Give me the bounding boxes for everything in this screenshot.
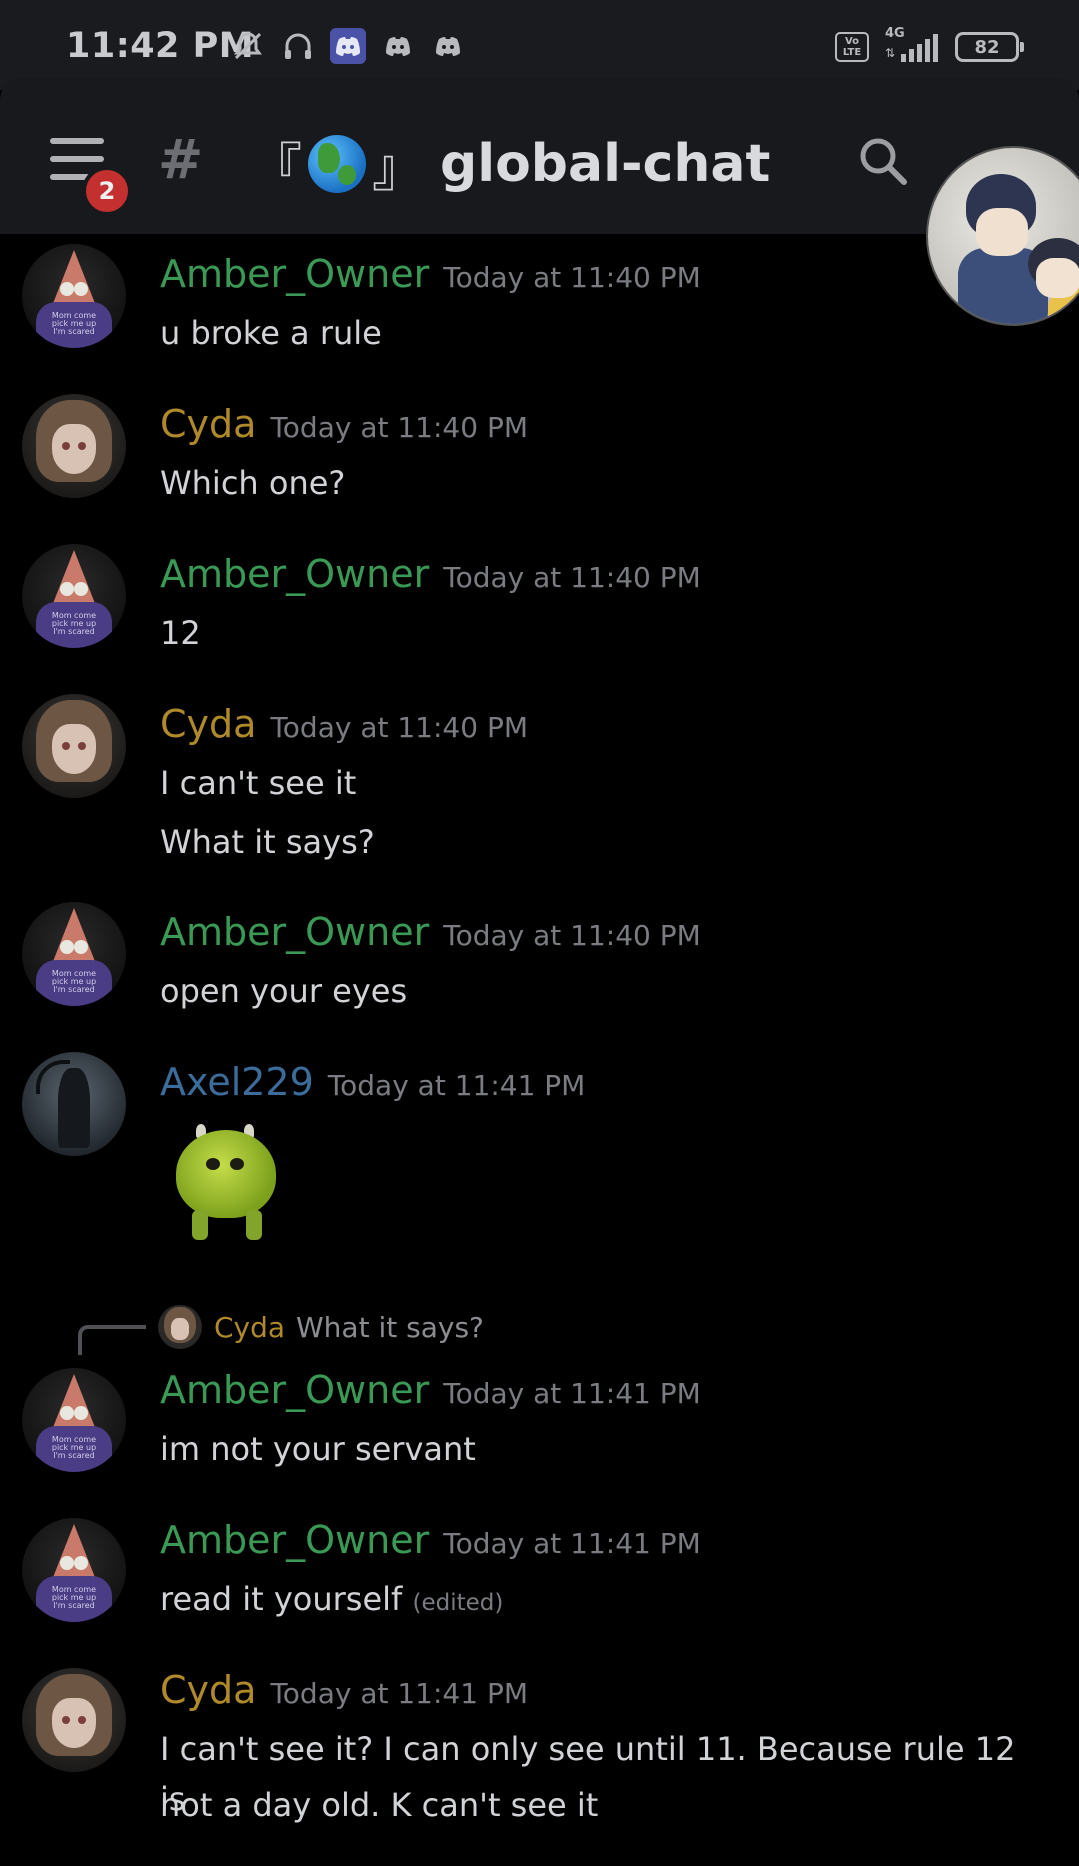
data-arrows-icon: ⇅	[885, 46, 896, 60]
mike-wazowski-sticker[interactable]	[168, 1124, 286, 1242]
discord-icon	[330, 28, 366, 64]
avatar[interactable]: Mom come pick me up I'm scared	[22, 902, 126, 1006]
reply-text: What it says?	[296, 1311, 484, 1344]
message[interactable]: Mom come pick me up I'm scared Amber_Owner…	[0, 242, 1079, 372]
message[interactable]: Mom come pick me up I'm scared Amber_Owner…	[0, 1516, 1079, 1646]
channel-header: 2 # 『 』 global-chat	[0, 78, 1079, 234]
avatar[interactable]: Mom come pick me up I'm scared	[22, 1368, 126, 1472]
status-system-icons: Vo LTE 4G ⇅ 82	[835, 26, 1024, 64]
avatar[interactable]	[22, 394, 126, 498]
message-text: What it says?	[160, 823, 375, 861]
message[interactable]: Mom come pick me up I'm scared Amber_Owner…	[0, 900, 1079, 1030]
timestamp: Today at 11:41 PM	[443, 1377, 701, 1410]
message[interactable]: Mom come pick me up I'm scared Amber_Owner…	[0, 1366, 1079, 1496]
globe-emoji	[308, 134, 367, 193]
author-name[interactable]: Amber_Owner	[160, 1518, 429, 1562]
message-text: open your eyes	[160, 972, 408, 1010]
headset-icon	[280, 28, 316, 64]
message[interactable]: Cyda Today at 11:41 PM I can't see it? I…	[0, 1666, 1079, 1856]
message[interactable]: Cyda Today at 11:40 PM Which one?	[0, 392, 1079, 522]
message-text-body: read it yourself	[160, 1580, 403, 1618]
message-text: 12	[160, 614, 201, 652]
message[interactable]: Mom come pick me up I'm scared Amber_Owner…	[0, 542, 1079, 672]
notification-badge: 2	[82, 166, 132, 216]
author-name[interactable]: Amber_Owner	[160, 1368, 429, 1412]
reply-author: Cyda	[214, 1311, 286, 1344]
timestamp: Today at 11:40 PM	[443, 261, 701, 294]
channel-name: global-chat	[440, 133, 771, 194]
timestamp: Today at 11:41 PM	[327, 1069, 586, 1102]
author-name[interactable]: Amber_Owner	[160, 252, 429, 296]
volte-icon: Vo LTE	[835, 32, 869, 62]
battery-level: 82	[974, 36, 1000, 58]
avatar[interactable]: Mom come pick me up I'm scared	[22, 244, 126, 348]
mute-bell-icon	[230, 28, 266, 64]
author-name[interactable]: Cyda	[160, 402, 256, 446]
message-text: I can't see it	[160, 764, 357, 802]
avatar[interactable]	[22, 694, 126, 798]
signal-icon: 4G ⇅	[881, 26, 943, 64]
discord-icon	[380, 28, 416, 64]
search-icon	[860, 138, 907, 185]
status-bar: 11:42 PM Vo LTE 4G ⇅ 82	[0, 0, 1079, 90]
battery-icon: 82	[955, 32, 1024, 62]
avatar[interactable]: Mom come pick me up I'm scared	[22, 1518, 126, 1622]
timestamp: Today at 11:41 PM	[443, 1527, 701, 1560]
message-text: u broke a rule	[160, 314, 382, 352]
reply-connector	[78, 1325, 146, 1355]
message-text: im not your servant	[160, 1430, 476, 1468]
author-name[interactable]: Axel229	[160, 1060, 314, 1104]
hash-icon: #	[158, 128, 204, 191]
reply-preview[interactable]: Cyda What it says?	[0, 1305, 1079, 1355]
channel-prefix-open: 『	[250, 139, 303, 199]
avatar[interactable]: Mom come pick me up I'm scared	[22, 544, 126, 648]
avatar[interactable]	[22, 1052, 126, 1156]
status-notification-icons	[230, 28, 466, 64]
timestamp: Today at 11:40 PM	[443, 561, 701, 594]
timestamp: Today at 11:40 PM	[270, 411, 528, 444]
author-name[interactable]: Cyda	[160, 1668, 256, 1712]
message[interactable]: Cyda Today at 11:40 PM I can't see it Wh…	[0, 692, 1079, 872]
author-name[interactable]: Amber_Owner	[160, 552, 429, 596]
message-text: Which one?	[160, 464, 346, 502]
edited-label: (edited)	[412, 1590, 504, 1616]
status-time: 11:42 PM	[66, 26, 255, 66]
author-name[interactable]: Cyda	[160, 702, 256, 746]
reply-avatar	[158, 1305, 202, 1349]
timestamp: Today at 11:40 PM	[270, 711, 528, 744]
message[interactable]: Axel229 Today at 11:41 PM	[0, 1050, 1079, 1250]
message-text: not a day old. K can't see it	[160, 1786, 599, 1824]
discord-icon	[430, 28, 466, 64]
message-text: read it yourself (edited)	[160, 1574, 1040, 1628]
author-name[interactable]: Amber_Owner	[160, 910, 429, 954]
timestamp: Today at 11:41 PM	[270, 1677, 528, 1710]
channel-prefix-close: 』	[372, 139, 425, 199]
timestamp: Today at 11:40 PM	[443, 919, 701, 952]
channel-title[interactable]: 『 』 global-chat	[250, 126, 770, 201]
search-button[interactable]	[856, 134, 912, 190]
avatar[interactable]	[22, 1668, 126, 1772]
